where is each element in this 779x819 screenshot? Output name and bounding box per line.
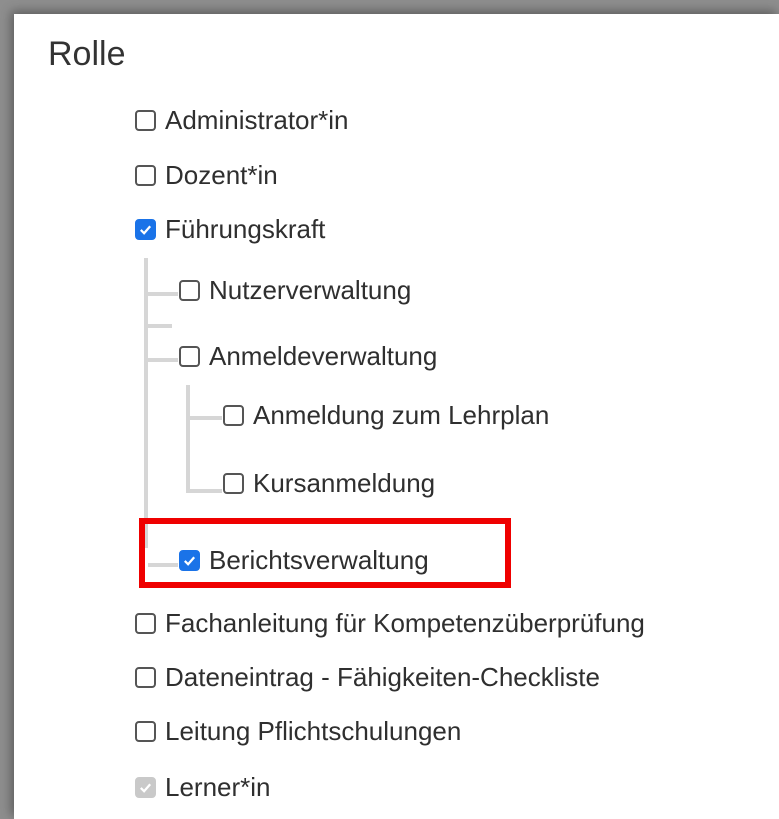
checkbox-fuehrungskraft[interactable] — [135, 218, 156, 240]
role-option-dateneintrag[interactable]: Dateneintrag - Fähigkeiten-Checkliste — [135, 659, 600, 695]
checkbox-administrator[interactable] — [135, 109, 156, 131]
checkbox-lerner — [135, 776, 156, 798]
tree-line-anmeldeverwaltung — [186, 385, 190, 493]
section-title: Rolle — [48, 35, 126, 73]
role-label-lerner: Lerner*in — [165, 772, 271, 802]
role-label-kursanmeldung: Kursanmeldung — [253, 468, 436, 498]
role-option-leitung-pflichtschulungen[interactable]: Leitung Pflichtschulungen — [135, 713, 461, 749]
role-label-anmeldung-lehrplan: Anmeldung zum Lehrplan — [253, 400, 550, 430]
tree-line-fuehrungskraft — [144, 258, 148, 548]
checkbox-anmeldeverwaltung[interactable] — [179, 345, 200, 367]
tree-branch-anmeldeverwaltung — [148, 358, 178, 362]
role-label-administrator: Administrator*in — [165, 105, 349, 135]
checkbox-fachanleitung[interactable] — [135, 612, 156, 634]
checkbox-kursanmeldung[interactable] — [223, 472, 244, 494]
role-label-anmeldeverwaltung: Anmeldeverwaltung — [209, 341, 438, 371]
tree-branch-nutzerverwaltung-end — [148, 324, 172, 328]
role-option-fachanleitung[interactable]: Fachanleitung für Kompetenzüberprüfung — [135, 605, 645, 641]
role-option-anmeldung-lehrplan[interactable]: Anmeldung zum Lehrplan — [223, 397, 549, 433]
role-option-fuehrungskraft[interactable]: Führungskraft — [135, 211, 325, 247]
role-label-nutzerverwaltung: Nutzerverwaltung — [209, 275, 412, 305]
role-label-fachanleitung: Fachanleitung für Kompetenzüberprüfung — [165, 608, 645, 638]
checkbox-anmeldung-lehrplan[interactable] — [223, 404, 244, 426]
role-option-nutzerverwaltung[interactable]: Nutzerverwaltung — [179, 272, 411, 308]
role-label-fuehrungskraft: Führungskraft — [165, 214, 326, 244]
tree-branch-nutzerverwaltung — [148, 292, 178, 296]
checkbox-dozent[interactable] — [135, 164, 156, 186]
tree-branch-kursanmeldung — [190, 489, 222, 493]
role-option-dozent[interactable]: Dozent*in — [135, 157, 278, 193]
role-option-kursanmeldung[interactable]: Kursanmeldung — [223, 465, 435, 501]
tree-branch-anmeldung-lehrplan — [190, 416, 222, 420]
role-option-anmeldeverwaltung[interactable]: Anmeldeverwaltung — [179, 338, 437, 374]
role-label-dateneintrag: Dateneintrag - Fähigkeiten-Checkliste — [165, 662, 600, 692]
checkbox-leitung-pflichtschulungen[interactable] — [135, 720, 156, 742]
checkbox-dateneintrag[interactable] — [135, 666, 156, 688]
highlight-box-berichtsverwaltung — [139, 518, 511, 588]
role-option-lerner: Lerner*in — [135, 769, 271, 805]
checkbox-nutzerverwaltung[interactable] — [179, 279, 200, 301]
role-label-leitung-pflichtschulungen: Leitung Pflichtschulungen — [165, 716, 462, 746]
role-label-dozent: Dozent*in — [165, 160, 278, 190]
role-option-administrator[interactable]: Administrator*in — [135, 102, 349, 138]
